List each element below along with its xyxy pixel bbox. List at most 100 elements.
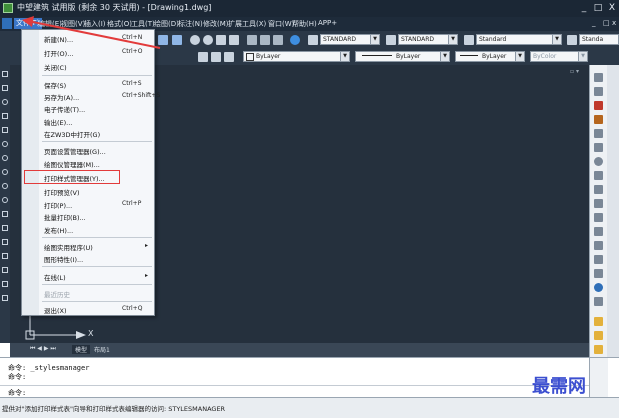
dim-style-select[interactable]: STANDARD ▼: [398, 34, 458, 45]
help-icon[interactable]: [290, 35, 300, 45]
construction-line-icon[interactable]: [2, 85, 8, 91]
erase-icon[interactable]: [594, 73, 603, 82]
minimize-button[interactable]: _: [577, 0, 591, 17]
menu-item-plot-style-manager[interactable]: 打印样式管理器(Y)...: [24, 170, 120, 184]
layer-select[interactable]: ByLayer ▼: [243, 51, 350, 62]
menu-item-batch-plot[interactable]: 批量打印(B)...: [22, 210, 154, 222]
polyline-icon[interactable]: [2, 99, 8, 105]
doc-restore-button[interactable]: □: [603, 19, 610, 27]
redo-icon[interactable]: [172, 35, 182, 45]
pan-icon[interactable]: [190, 35, 200, 45]
spline-icon[interactable]: [2, 183, 8, 189]
menu-view[interactable]: 视图(V): [61, 19, 85, 29]
tab-nav-buttons[interactable]: ⏮ ◀ ▶ ⏭: [30, 345, 56, 353]
revcloud-icon[interactable]: [2, 169, 8, 175]
stretch-icon[interactable]: [594, 185, 603, 194]
menu-app-plus[interactable]: APP+: [318, 19, 337, 27]
close-button[interactable]: X: [605, 0, 619, 17]
table-style-icon[interactable]: [464, 35, 474, 45]
menu-app-icon[interactable]: [2, 18, 12, 29]
dim-style-icon[interactable]: [386, 35, 396, 45]
attribute-icon[interactable]: [594, 345, 603, 354]
command-scrollbar[interactable]: [589, 358, 608, 398]
design-center-icon[interactable]: [260, 35, 270, 45]
menu-item-plot-preview[interactable]: 打印预览(V): [22, 185, 154, 197]
menu-item-save[interactable]: 保存(S) Ctrl+S: [22, 78, 154, 90]
properties-icon[interactable]: [247, 35, 257, 45]
scale-icon[interactable]: [594, 171, 603, 180]
layer-tool-icon[interactable]: [594, 331, 603, 340]
layer-previous-icon[interactable]: [224, 52, 234, 62]
copy-icon[interactable]: [594, 87, 603, 96]
menu-dimension[interactable]: 标注(N): [178, 19, 203, 29]
doc-minimize-button[interactable]: _: [592, 19, 596, 27]
move-icon[interactable]: [594, 143, 603, 152]
doc-close-button[interactable]: x: [612, 19, 616, 27]
menu-item-drawing-utilities[interactable]: 绘图实用程序(U) ▸: [22, 240, 154, 252]
canvas-corner-controls[interactable]: ▫ ▾: [570, 68, 579, 75]
undo-icon[interactable]: [158, 35, 168, 45]
rectangle-icon[interactable]: [2, 127, 8, 133]
menu-modify[interactable]: 修改(M): [203, 19, 229, 29]
right-scroll-edge[interactable]: [607, 65, 619, 357]
array-icon[interactable]: [594, 129, 603, 138]
hatch-icon[interactable]: [2, 253, 8, 259]
menu-item-exit[interactable]: 退出(X) Ctrl+Q: [22, 303, 154, 315]
tab-model[interactable]: 模型: [72, 345, 91, 354]
zoom-window-icon[interactable]: [216, 35, 226, 45]
mirror-icon[interactable]: [594, 101, 603, 110]
menu-extend-tools[interactable]: 扩展工具(X): [228, 19, 266, 29]
menu-tools[interactable]: 工具(T): [131, 19, 155, 29]
make-block-icon[interactable]: [2, 225, 8, 231]
trim-icon[interactable]: [594, 199, 603, 208]
chamfer-icon[interactable]: [594, 255, 603, 264]
polygon-icon[interactable]: [2, 113, 8, 119]
menu-format[interactable]: 格式(O): [107, 19, 132, 29]
menu-item-drawing-properties[interactable]: 图形特性(I)...: [22, 252, 154, 264]
multileader-style-icon[interactable]: [567, 35, 577, 45]
ellipse-icon[interactable]: [2, 197, 8, 203]
offset-icon[interactable]: [594, 115, 603, 124]
tool-palette-icon[interactable]: [273, 35, 283, 45]
zoom-previous-icon[interactable]: [229, 35, 239, 45]
edit-icon[interactable]: [594, 297, 603, 306]
menu-item-close[interactable]: 关闭(C): [22, 60, 154, 72]
point-icon[interactable]: [2, 239, 8, 245]
menu-item-etransmit[interactable]: 电子传递(T)...: [22, 102, 154, 114]
menu-item-publish[interactable]: 发布(H)...: [22, 223, 154, 235]
gradient-icon[interactable]: [2, 267, 8, 273]
arc-icon[interactable]: [2, 141, 8, 147]
menu-window[interactable]: 窗口(W): [268, 19, 294, 29]
extend-icon[interactable]: [594, 213, 603, 222]
region-icon[interactable]: [2, 281, 8, 287]
menu-item-plot[interactable]: 打印(P)... Ctrl+P: [22, 198, 154, 210]
menu-draw[interactable]: 绘图(D): [154, 19, 179, 29]
menu-item-open-in-zw3d[interactable]: 在ZW3D中打开(G): [22, 127, 154, 139]
text-style-select[interactable]: STANDARD ▼: [320, 34, 380, 45]
insert-block-icon[interactable]: [2, 211, 8, 217]
circle-icon[interactable]: [2, 155, 8, 161]
menu-insert[interactable]: 插入(I): [84, 19, 106, 29]
menu-edit[interactable]: 编辑(E): [38, 19, 62, 29]
linetype-select[interactable]: ByLayer ▼: [355, 51, 450, 62]
text-style-icon[interactable]: [308, 35, 318, 45]
table-style-select[interactable]: Standard ▼: [476, 34, 562, 45]
match-properties-icon[interactable]: [594, 317, 603, 326]
menu-help[interactable]: 帮助(H): [292, 19, 317, 29]
explode-icon[interactable]: [594, 283, 603, 292]
menu-item-plotter-manager[interactable]: 绘图仪管理器(M)...: [22, 157, 154, 169]
join-icon[interactable]: [594, 241, 603, 250]
zoom-realtime-icon[interactable]: [203, 35, 213, 45]
color-select[interactable]: ByColor ▼: [530, 51, 588, 62]
menu-item-open[interactable]: 打开(O)... Ctrl+O: [22, 46, 154, 58]
lineweight-select[interactable]: ByLayer ▼: [455, 51, 525, 62]
fillet-icon[interactable]: [594, 269, 603, 278]
menu-item-save-as[interactable]: 另存为(A)... Ctrl+Shift+S: [22, 90, 160, 102]
table-icon[interactable]: [2, 295, 8, 301]
break-icon[interactable]: [594, 227, 603, 236]
menu-item-export[interactable]: 输出(E)...: [22, 115, 154, 127]
layer-manager-icon[interactable]: [198, 52, 208, 62]
layer-states-icon[interactable]: [211, 52, 221, 62]
rotate-icon[interactable]: [594, 157, 603, 166]
menu-item-new[interactable]: 新建(N)... Ctrl+N: [22, 32, 154, 44]
